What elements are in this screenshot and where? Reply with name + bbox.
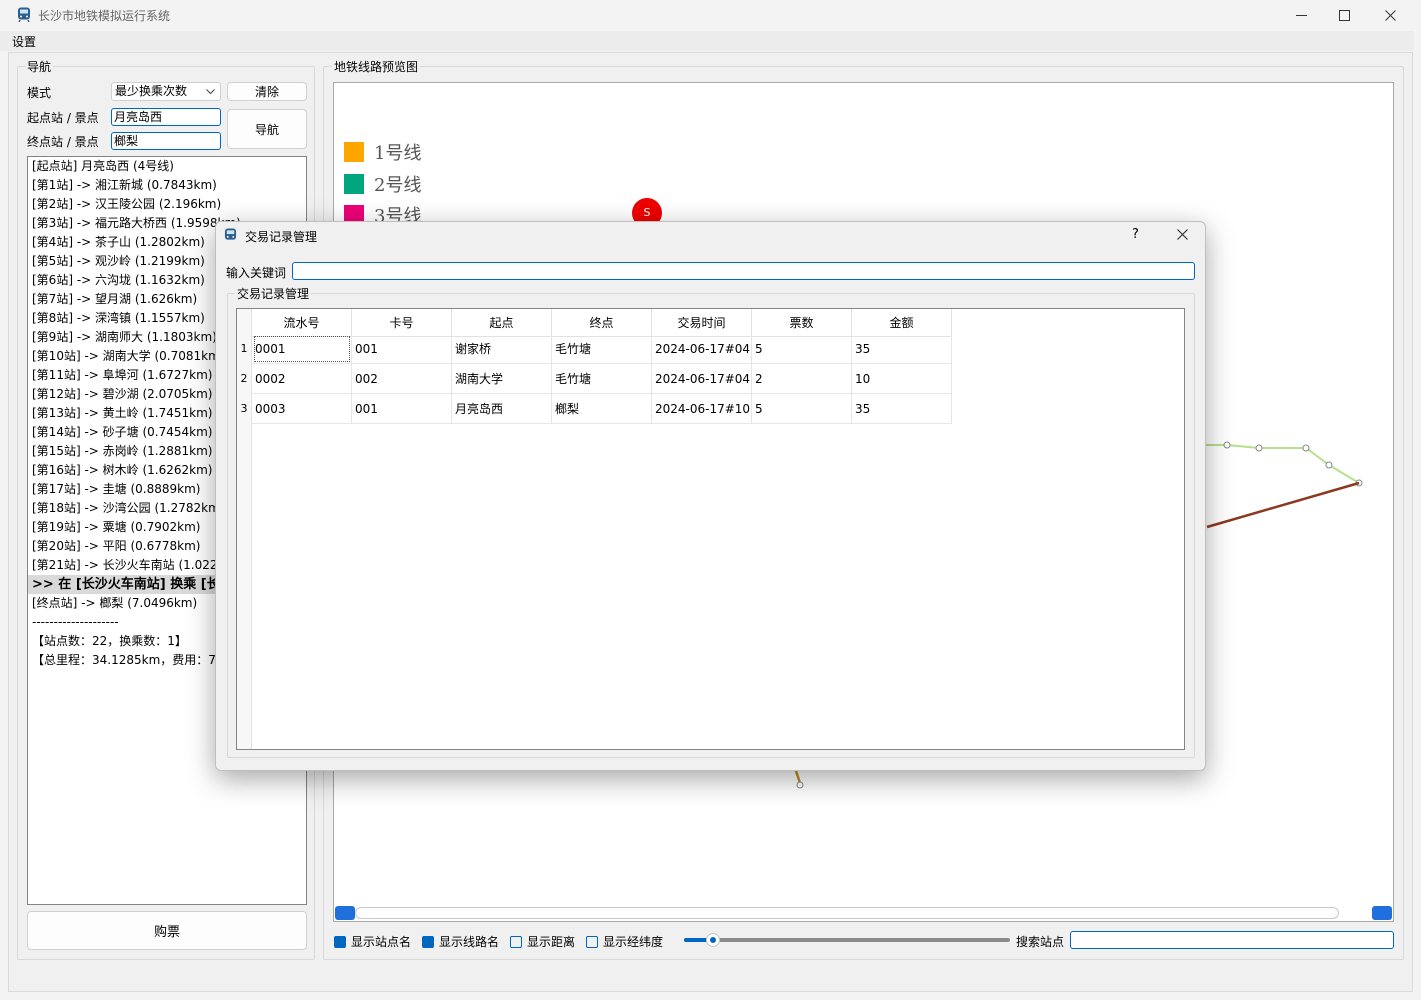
- column-header[interactable]: 终点: [552, 309, 652, 337]
- records-group-title: 交易记录管理: [235, 285, 312, 302]
- keyword-input[interactable]: [292, 262, 1195, 280]
- column-header[interactable]: 交易时间: [652, 309, 752, 337]
- map-horizontal-scrollbar[interactable]: [335, 906, 1392, 920]
- checkbox-indicator: [422, 935, 434, 948]
- table-cell[interactable]: 35: [852, 394, 952, 424]
- table-cell[interactable]: 湖南大学: [452, 364, 552, 394]
- keyword-label: 输入关键词: [226, 266, 287, 280]
- table-cell[interactable]: 毛竹塘: [552, 364, 652, 394]
- row-number[interactable]: 1: [237, 334, 252, 364]
- checkbox-label: 显示距离: [527, 935, 576, 949]
- close-icon: [1177, 229, 1188, 240]
- minimize-icon: [1295, 15, 1307, 16]
- slider-handle-dot: [710, 937, 716, 943]
- table-cell[interactable]: 榔梨: [552, 394, 652, 424]
- scroll-left-button[interactable]: [335, 906, 355, 920]
- menu-bar: [0, 31, 1414, 51]
- table-cell[interactable]: 2024-06-17#04:01:55: [652, 334, 752, 364]
- table-cell[interactable]: 002: [352, 364, 452, 394]
- table-cell[interactable]: 2024-06-17#04:03:16: [652, 364, 752, 394]
- buy-ticket-button[interactable]: 购票: [27, 911, 307, 950]
- table-cell[interactable]: 0002: [252, 364, 352, 394]
- zoom-slider[interactable]: [684, 932, 1010, 948]
- window-title: 长沙市地铁模拟运行系统: [38, 9, 171, 23]
- menu-settings[interactable]: 设置: [12, 33, 36, 50]
- title-bar: [0, 0, 1421, 31]
- checkbox-show-coordinates[interactable]: 显示经纬度: [586, 933, 663, 950]
- row-number[interactable]: 3: [237, 394, 252, 424]
- dialog-title: 交易记录管理: [245, 230, 318, 244]
- dialog-help-button[interactable]: ?: [1132, 227, 1139, 242]
- column-header[interactable]: 票数: [752, 309, 852, 337]
- route-list-item[interactable]: [第1站] -> 湘江新城 (0.7843km): [28, 176, 306, 195]
- route-list-item[interactable]: [起点站] 月亮岛西 (4号线): [28, 157, 306, 176]
- navigate-button[interactable]: 导航: [227, 109, 307, 149]
- minimize-button[interactable]: [1278, 0, 1324, 31]
- route-list-item[interactable]: [第2站] -> 汉王陵公园 (2.196km): [28, 195, 306, 214]
- table-cell[interactable]: 5: [752, 334, 852, 364]
- search-station-label: 搜索站点: [1016, 935, 1065, 949]
- table-cell[interactable]: 谢家桥: [452, 334, 552, 364]
- close-button[interactable]: [1367, 0, 1413, 31]
- end-label: 终点站 / 景点: [27, 135, 99, 149]
- slider-track: [684, 938, 1010, 942]
- clear-button[interactable]: 清除: [227, 82, 307, 101]
- row-number[interactable]: 2: [237, 364, 252, 394]
- column-header[interactable]: 金额: [852, 309, 952, 337]
- mode-select-value: 最少换乘次数: [115, 84, 188, 98]
- table-cell[interactable]: 10: [852, 364, 952, 394]
- search-station-input[interactable]: [1070, 931, 1394, 949]
- dialog-close-button[interactable]: [1177, 229, 1188, 243]
- scroll-right-button[interactable]: [1372, 906, 1392, 920]
- end-field[interactable]: 榔梨: [111, 132, 221, 150]
- train-icon: [224, 228, 237, 240]
- checkbox-label: 显示线路名: [439, 935, 500, 949]
- column-header[interactable]: 卡号: [352, 309, 452, 337]
- checkbox-show-distance[interactable]: 显示距离: [510, 933, 575, 950]
- nav-group-title: 导航: [25, 58, 54, 75]
- slider-handle[interactable]: [706, 933, 720, 947]
- checkbox-indicator: [510, 935, 522, 948]
- table-cell[interactable]: 001: [352, 334, 452, 364]
- column-header[interactable]: 起点: [452, 309, 552, 337]
- mode-select[interactable]: 最少换乘次数: [111, 82, 221, 101]
- table-cell[interactable]: 0003: [252, 394, 352, 424]
- transaction-table[interactable]: 流水号 卡号 起点 终点 交易时间 票数 金额 1 0001 001 谢家桥 毛竹塘 2024-06-…: [236, 308, 1185, 750]
- checkbox-label: 显示经纬度: [603, 935, 664, 949]
- maximize-icon: [1338, 10, 1350, 21]
- scroll-thumb[interactable]: [355, 907, 1339, 919]
- checkbox-indicator: [586, 935, 598, 948]
- close-icon: [1384, 10, 1396, 21]
- start-field[interactable]: 月亮岛西: [111, 108, 221, 126]
- checkbox-indicator: [334, 935, 346, 948]
- table-cell[interactable]: 0001: [252, 334, 352, 364]
- map-group-title: 地铁线路预览图: [332, 58, 421, 75]
- chevron-down-icon: [206, 89, 215, 95]
- column-header[interactable]: 流水号: [252, 309, 352, 337]
- table-cell[interactable]: 35: [852, 334, 952, 364]
- table-cell[interactable]: 2024-06-17#10:48:10: [652, 394, 752, 424]
- maximize-button[interactable]: [1321, 0, 1367, 31]
- start-label: 起点站 / 景点: [27, 111, 99, 125]
- checkbox-show-line-names[interactable]: 显示线路名: [422, 933, 499, 950]
- mode-label: 模式: [27, 86, 52, 100]
- train-icon: [18, 7, 30, 22]
- table-cell[interactable]: 2: [752, 364, 852, 394]
- table-cell[interactable]: 月亮岛西: [452, 394, 552, 424]
- table-cell[interactable]: 毛竹塘: [552, 334, 652, 364]
- checkbox-label: 显示站点名: [351, 935, 412, 949]
- table-cell[interactable]: 5: [752, 394, 852, 424]
- table-cell[interactable]: 001: [352, 394, 452, 424]
- checkbox-show-station-names[interactable]: 显示站点名: [334, 933, 411, 950]
